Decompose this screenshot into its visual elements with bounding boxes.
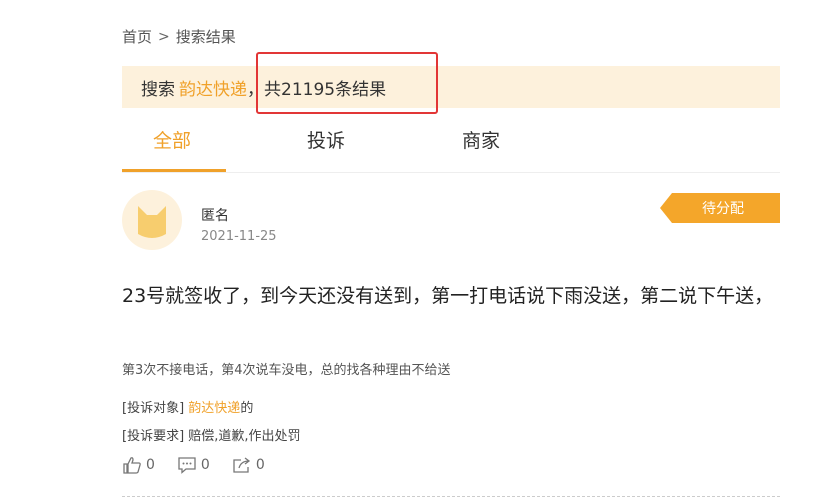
complaint-target-line: [投诉对象] 韵达快递的 (122, 397, 253, 416)
tab-complaints[interactable]: 投诉 (307, 126, 345, 153)
demand-value: 赔偿,道歉,作出处罚 (188, 429, 301, 444)
breadcrumb: 首页 > 搜索结果 (122, 26, 236, 47)
breadcrumb-separator: > (158, 28, 170, 45)
like-count: 0 (146, 457, 155, 473)
share-count: 0 (255, 457, 265, 473)
active-tab-indicator (122, 169, 226, 172)
search-keyword: 韵达快递 (179, 79, 247, 100)
status-badge: 待分配 (660, 193, 780, 223)
breadcrumb-home-link[interactable]: 首页 (122, 26, 152, 47)
share-button[interactable]: 0 (232, 456, 265, 474)
target-suffix: 的 (240, 401, 254, 416)
like-button[interactable]: 0 (122, 456, 155, 474)
complaint-demand-line: [投诉要求] 赔偿,道歉,作出处罚 (122, 425, 301, 444)
target-company-link[interactable]: 韵达快递 (188, 401, 240, 416)
comment-icon (178, 457, 196, 474)
result-count-text: ，共21195条结果 (247, 79, 387, 100)
item-divider (122, 496, 780, 497)
post-date: 2021-11-25 (201, 229, 277, 244)
avatar[interactable] (122, 190, 182, 250)
complaint-title-link[interactable]: 23号就签收了，到今天还没有送到，第一打电话说下雨没送，第二说下午送， (122, 280, 780, 312)
thumbs-up-icon (123, 457, 141, 474)
search-results-page: 首页 > 搜索结果 搜索 韵达快递 ，共21195条结果 全部 投诉 商家 匿名… (122, 0, 780, 500)
action-bar: 0 0 0 (122, 456, 265, 474)
search-prefix-label: 搜索 (141, 79, 175, 100)
breadcrumb-current: 搜索结果 (175, 28, 236, 46)
search-summary-bar: 搜索 韵达快递 ，共21195条结果 (122, 66, 780, 108)
tab-merchants[interactable]: 商家 (462, 126, 500, 153)
share-icon (233, 457, 250, 473)
tab-bar: 全部 投诉 商家 (122, 118, 780, 173)
author-name: 匿名 (201, 208, 229, 224)
target-label: [投诉对象] (122, 401, 185, 416)
cat-avatar-icon (138, 206, 166, 238)
tab-all[interactable]: 全部 (153, 126, 191, 153)
comment-button[interactable]: 0 (177, 456, 210, 474)
comment-count: 0 (200, 457, 210, 473)
complaint-description: 第3次不接电话，第4次说车没电，总的找各种理由不给送 (122, 363, 451, 378)
demand-label: [投诉要求] (122, 429, 185, 444)
